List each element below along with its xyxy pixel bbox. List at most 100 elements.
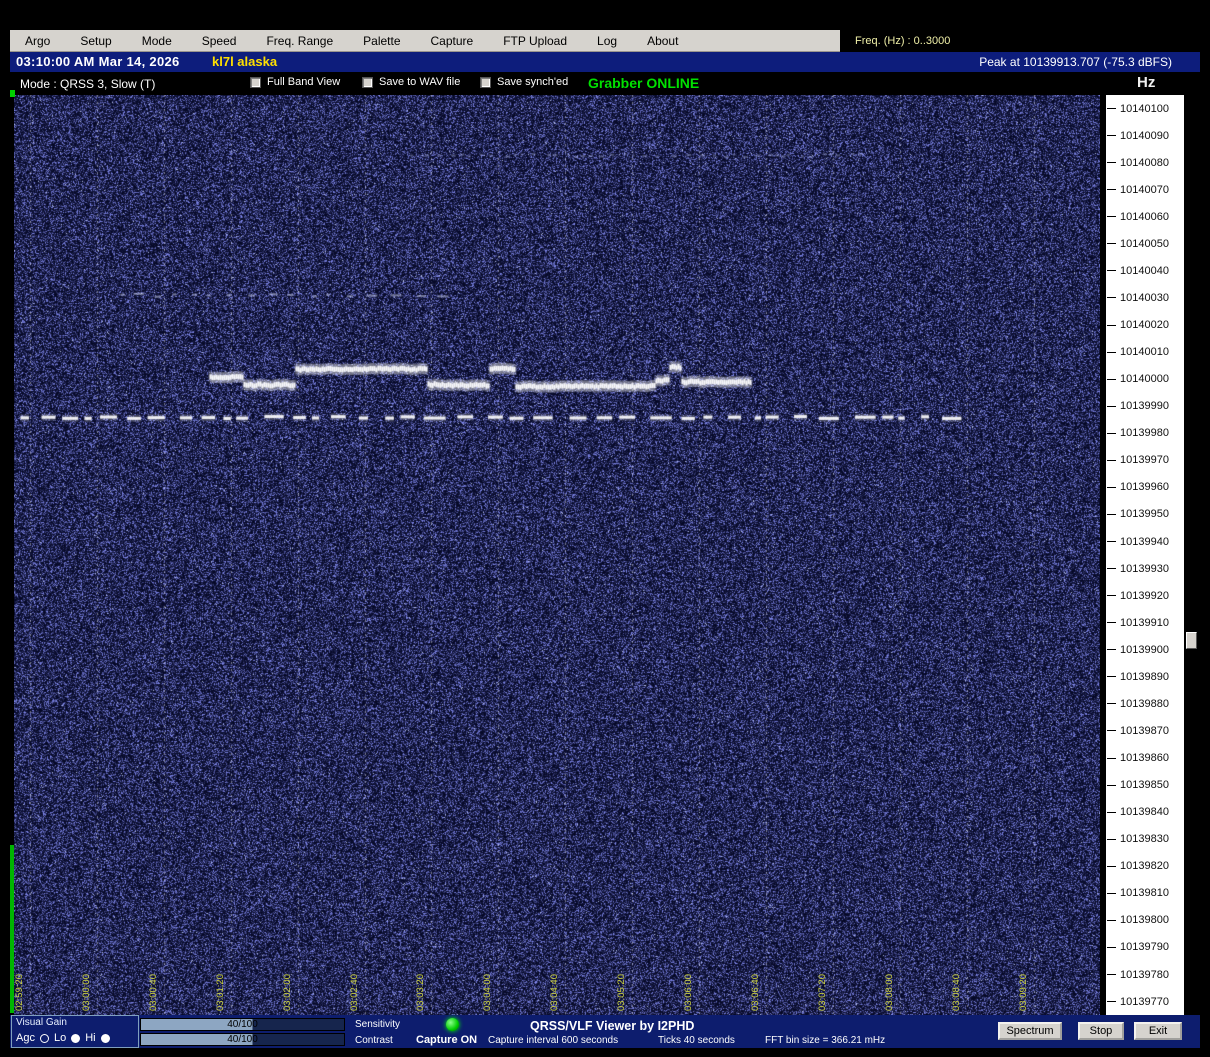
freq-scale-row: 10139780 <box>1106 961 1184 988</box>
freq-tick-mark <box>1107 947 1116 948</box>
time-axis-label: 03:03:20 <box>415 974 426 1011</box>
mode-label: Mode : QRSS 3, Slow (T) <box>20 77 155 91</box>
contrast-slider[interactable]: 40/100 <box>140 1033 345 1046</box>
freq-label: 10140010 <box>1120 346 1169 358</box>
freq-scale-row: 10139820 <box>1106 853 1184 880</box>
freq-scale-row: 10139890 <box>1106 663 1184 690</box>
freq-scale-row: 10139960 <box>1106 474 1184 501</box>
freq-range-readout: Freq. (Hz) : 0..3000 <box>855 35 950 47</box>
freq-label: 10140080 <box>1120 157 1169 169</box>
freq-tick-mark <box>1107 595 1116 596</box>
menu-items: Argo Setup Mode Speed Freq. Range Palette Capt… <box>10 30 840 52</box>
freq-tick-mark <box>1107 352 1116 353</box>
time-axis-label: 03:02:40 <box>349 974 360 1011</box>
waterfall-display[interactable]: 02:59:20 03:00:00 03:00:40 03:01:20 03:02:00… <box>14 95 1100 1015</box>
save-wav-label: Save to WAV file <box>379 76 460 88</box>
full-band-view-label: Full Band View <box>267 76 340 88</box>
freq-scale-row: 10139880 <box>1106 690 1184 717</box>
freq-scale-row: 10140050 <box>1106 230 1184 257</box>
freq-scale-row: 10139870 <box>1106 717 1184 744</box>
menu-item-argo[interactable]: Argo <box>10 34 65 48</box>
freq-label: 10139910 <box>1120 617 1169 629</box>
lo-radio[interactable] <box>71 1034 80 1043</box>
freq-tick-mark <box>1107 460 1116 461</box>
visual-gain-label: Visual Gain <box>16 1017 67 1028</box>
freq-scale-row: 10139930 <box>1106 555 1184 582</box>
ticks-label: Ticks 40 seconds <box>658 1035 735 1046</box>
save-wav-checkbox[interactable]: Save to WAV file <box>362 76 460 88</box>
sensitivity-slider[interactable]: 40/100 <box>140 1018 345 1031</box>
freq-label: 10140090 <box>1120 130 1169 142</box>
exit-button[interactable]: Exit <box>1134 1022 1182 1040</box>
freq-scale-row: 10140060 <box>1106 203 1184 230</box>
time-axis-label: 03:04:40 <box>549 974 560 1011</box>
freq-tick-mark <box>1107 920 1116 921</box>
freq-label: 10140020 <box>1120 319 1169 331</box>
spectrum-button[interactable]: Spectrum <box>998 1022 1062 1040</box>
grabber-online-status: Grabber ONLINE <box>588 75 699 91</box>
menu-item-mode[interactable]: Mode <box>127 34 187 48</box>
freq-scale-row: 10140080 <box>1106 149 1184 176</box>
checkbox-icon[interactable] <box>362 77 373 88</box>
freq-scale-row: 10139990 <box>1106 393 1184 420</box>
freq-tick-mark <box>1107 135 1116 136</box>
fft-bin-size-label: FFT bin size = 366.21 mHz <box>765 1035 885 1046</box>
checkbox-icon[interactable] <box>250 77 261 88</box>
agc-label: Agc <box>16 1032 35 1044</box>
freq-tick-mark <box>1107 568 1116 569</box>
frequency-scale: 10140100 10140090 10140080 10140070 10140060… <box>1106 95 1184 1015</box>
menu-item-capture[interactable]: Capture <box>416 34 489 48</box>
freq-label: 10139970 <box>1120 454 1169 466</box>
freq-tick-mark <box>1107 758 1116 759</box>
menu-item-log[interactable]: Log <box>582 34 632 48</box>
freq-label: 10139930 <box>1120 563 1169 575</box>
freq-tick-mark <box>1107 866 1116 867</box>
menu-item-about[interactable]: About <box>632 34 693 48</box>
freq-label: 10140100 <box>1120 103 1169 115</box>
freq-tick-mark <box>1107 839 1116 840</box>
scale-scrollbar-thumb[interactable] <box>1186 632 1197 649</box>
freq-tick-mark <box>1107 325 1116 326</box>
time-axis-label: 03:00:00 <box>81 974 92 1011</box>
freq-tick-mark <box>1107 189 1116 190</box>
freq-tick-mark <box>1107 703 1116 704</box>
menu-item-ftp-upload[interactable]: FTP Upload <box>488 34 582 48</box>
time-axis-label: 03:01:20 <box>215 974 226 1011</box>
freq-tick-mark <box>1107 649 1116 650</box>
menu-item-palette[interactable]: Palette <box>348 34 415 48</box>
sensitivity-label: Sensitivity <box>355 1019 400 1030</box>
capture-on-status: Capture ON <box>416 1034 477 1046</box>
freq-scale-row: 10139950 <box>1106 501 1184 528</box>
freq-label: 10139990 <box>1120 400 1169 412</box>
stop-button[interactable]: Stop <box>1078 1022 1124 1040</box>
time-axis-label: 03:05:20 <box>616 974 627 1011</box>
checkbox-icon[interactable] <box>480 77 491 88</box>
freq-scale-row: 10139850 <box>1106 772 1184 799</box>
menu-item-setup[interactable]: Setup <box>65 34 126 48</box>
save-synched-checkbox[interactable]: Save synch'ed <box>480 76 568 88</box>
freq-label: 10139980 <box>1120 427 1169 439</box>
time-axis-label: 03:08:00 <box>884 974 895 1011</box>
freq-scale-row: 10140010 <box>1106 339 1184 366</box>
freq-label: 10139950 <box>1120 508 1169 520</box>
freq-label: 10140070 <box>1120 184 1169 196</box>
waterfall-canvas[interactable] <box>14 95 1100 1015</box>
menu-item-freq-range[interactable]: Freq. Range <box>251 34 348 48</box>
peak-readout: Peak at 10139913.707 (-75.3 dBFS) <box>979 55 1172 69</box>
agc-radio[interactable] <box>40 1034 49 1043</box>
freq-scale-row: 10139840 <box>1106 799 1184 826</box>
freq-scale-row: 10139900 <box>1106 636 1184 663</box>
freq-tick-mark <box>1107 974 1116 975</box>
freq-tick-mark <box>1107 1001 1116 1002</box>
freq-tick-mark <box>1107 162 1116 163</box>
freq-tick-mark <box>1107 541 1116 542</box>
bottom-bar: Visual Gain Agc Lo Hi 40/100 40/100 Sens… <box>10 1015 1200 1048</box>
full-band-view-checkbox[interactable]: Full Band View <box>250 76 340 88</box>
menu-item-speed[interactable]: Speed <box>187 34 252 48</box>
contrast-label: Contrast <box>355 1035 393 1046</box>
freq-tick-mark <box>1107 216 1116 217</box>
hi-radio[interactable] <box>101 1034 110 1043</box>
freq-tick-mark <box>1107 812 1116 813</box>
freq-scale-row: 10139790 <box>1106 934 1184 961</box>
freq-tick-mark <box>1107 297 1116 298</box>
